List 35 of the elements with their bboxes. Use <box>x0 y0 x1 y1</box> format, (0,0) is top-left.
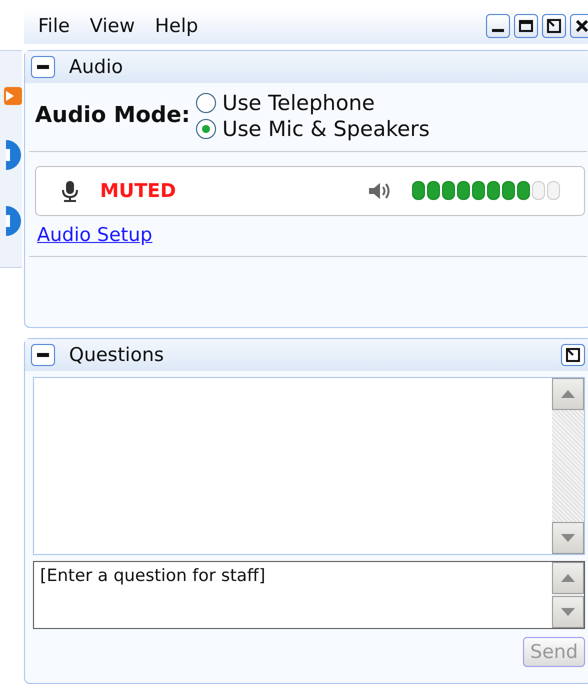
collapse-button[interactable] <box>31 56 55 78</box>
scrollbar[interactable] <box>552 562 584 628</box>
scrollbar[interactable] <box>552 378 584 554</box>
restore-icon <box>547 18 561 33</box>
collapse-icon <box>37 353 49 358</box>
radio-label: Use Mic & Speakers <box>222 116 430 141</box>
panel-title: Audio <box>69 56 124 78</box>
restore-button[interactable] <box>542 14 566 38</box>
scroll-down-icon <box>561 608 575 616</box>
radio-button[interactable] <box>196 118 216 139</box>
collapse-button[interactable] <box>31 344 55 366</box>
scroll-down-icon <box>561 534 575 542</box>
microphone-icon <box>60 180 80 202</box>
radio-label: Use Telephone <box>222 90 375 115</box>
maximize-button[interactable] <box>514 14 538 38</box>
popout-button[interactable] <box>561 344 585 366</box>
speaker-icon <box>368 180 392 201</box>
minimize-icon <box>492 28 504 32</box>
maximize-icon <box>519 20 533 32</box>
minimize-button[interactable] <box>486 14 510 38</box>
menu-item[interactable]: File <box>38 14 70 37</box>
menu-item[interactable]: Help <box>154 14 198 37</box>
close-icon <box>576 20 588 32</box>
scroll-up-icon <box>561 390 575 398</box>
audio-setup-link[interactable]: Audio Setup <box>37 224 152 246</box>
close-button[interactable] <box>570 14 588 38</box>
scroll-up-icon <box>561 574 575 582</box>
menu-item[interactable]: View <box>90 14 135 37</box>
restore-icon <box>566 348 580 362</box>
panel-title: Questions <box>69 344 164 366</box>
collapse-icon <box>37 64 49 69</box>
play-icon <box>4 87 22 105</box>
mic-status: MUTED <box>100 180 176 202</box>
audio-mode-label: Audio Mode: <box>35 103 190 128</box>
radio-button[interactable] <box>196 92 216 113</box>
